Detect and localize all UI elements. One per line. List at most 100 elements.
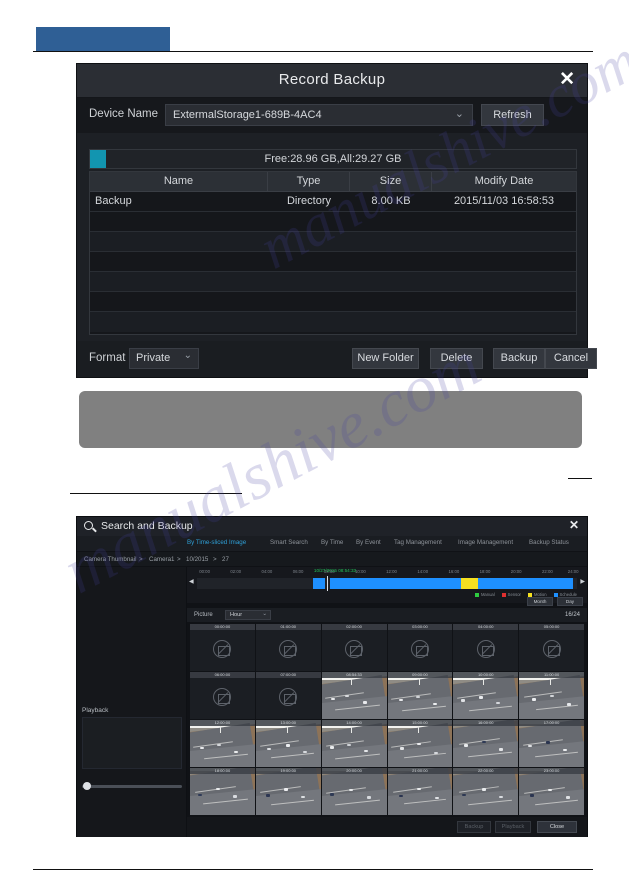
file-table: Name Type Size Modify Date Backup Direct… <box>89 171 577 335</box>
timeline-bar[interactable] <box>197 578 577 589</box>
timeline-prev-icon[interactable]: ◀ <box>189 578 194 585</box>
backup-button[interactable]: Backup <box>493 348 545 369</box>
thumbnail-cell[interactable]: 18:00:00 <box>190 768 255 815</box>
thumbnail-cell[interactable]: 01:00:00 <box>255 624 321 671</box>
thumbnail-cell[interactable]: 07:00:00 <box>255 672 321 719</box>
thumbnail-cell[interactable]: 05:00:00 <box>519 624 584 671</box>
thumbnail-cell[interactable]: 16:00:00 <box>453 720 519 767</box>
device-name-select[interactable]: ExtermalStorage1-689B-4AC4 ⌄ <box>165 104 473 126</box>
table-row[interactable] <box>90 292 576 312</box>
breadcrumb-separator-2: > <box>177 556 181 563</box>
highway-photo <box>255 768 321 815</box>
table-row[interactable] <box>90 252 576 272</box>
timeline-next-icon[interactable]: ▶ <box>580 578 585 585</box>
no-image-icon <box>345 640 364 659</box>
thumbnail-cell[interactable]: 02:00:00 <box>321 624 387 671</box>
column-header-type[interactable]: Type <box>268 172 350 191</box>
tab-backup-status[interactable]: Backup Status <box>529 539 569 546</box>
device-row: Device Name ExtermalStorage1-689B-4AC4 ⌄… <box>77 98 587 133</box>
cancel-button[interactable]: Cancel <box>545 348 597 369</box>
cell-type: Directory <box>286 195 331 207</box>
timeline-segment-schedule <box>478 578 574 589</box>
thumbnail-cell[interactable]: 22:00:00 <box>453 768 519 815</box>
thumbnail-cell[interactable]: 04:00:00 <box>453 624 519 671</box>
tab-by-time-sliced-image[interactable]: By Time-sliced Image <box>187 539 246 546</box>
breadcrumb-item-camera1[interactable]: Camera1 <box>149 556 174 563</box>
timeline-cursor[interactable] <box>327 576 328 591</box>
timeline-tick: 16:00 <box>448 569 460 574</box>
delete-button[interactable]: Delete <box>430 348 483 369</box>
playback-slider-track <box>82 785 182 788</box>
close-icon[interactable]: ✕ <box>559 69 575 91</box>
thumbnail-cell[interactable]: 12:00:00 <box>190 720 255 767</box>
highway-photo <box>519 720 584 767</box>
thumbnail-cell[interactable]: 06:00:00 <box>190 672 255 719</box>
timeline-tick: 22:00 <box>541 569 553 574</box>
highway-photo <box>453 720 519 767</box>
thumbnail-time: 02:00:00 <box>321 624 387 630</box>
thumbnail-cell[interactable]: 03:00:00 <box>387 624 453 671</box>
thumbnail-cell[interactable]: 08:54:33 <box>321 672 387 719</box>
tab-by-time[interactable]: By Time <box>321 539 343 546</box>
thumbnail-cell[interactable]: 23:00:00 <box>519 768 584 815</box>
header-color-tab <box>36 27 170 52</box>
column-header-name[interactable]: Name <box>90 172 268 191</box>
playback-slider-knob[interactable] <box>83 782 91 790</box>
highway-photo <box>321 720 387 767</box>
dialog-title: Record Backup <box>278 71 386 88</box>
thumbnail-time: 03:00:00 <box>387 624 453 630</box>
tab-by-event[interactable]: By Event <box>356 539 381 546</box>
search-and-backup-window: Search and Backup ✕ By Time-sliced Image… <box>76 516 588 837</box>
column-header-modify-date[interactable]: Modify Date <box>432 172 576 191</box>
playback-preview[interactable] <box>82 717 182 769</box>
thumbnail-cell[interactable]: 19:00:00 <box>255 768 321 815</box>
search-backup-body: Playback 00:00 02:00 04:00 06:00 08:00 1… <box>77 567 587 837</box>
thumbnail-time: 10:00:00 <box>453 672 519 678</box>
thumbnail-cell[interactable]: 13:00:00 <box>255 720 321 767</box>
timeline-month-button[interactable]: Month <box>527 597 553 606</box>
breadcrumb-item-month[interactable]: 10/2015 <box>186 556 208 563</box>
picture-toolbar: Picture Hour ⌄ 16/24 <box>187 608 587 622</box>
playback-slider[interactable] <box>82 781 182 791</box>
backup-button[interactable]: Backup <box>457 821 491 833</box>
thumbnail-cell[interactable]: 15:00:00 <box>387 720 453 767</box>
timeline-day-button[interactable]: Day <box>557 597 583 606</box>
highway-photo <box>519 768 584 815</box>
thumbnail-time: 23:00:00 <box>519 768 584 774</box>
search-backup-tabs: By Time-sliced Image Smart Search By Tim… <box>77 536 587 552</box>
table-row[interactable]: Backup Directory 8.00 KB 2015/11/03 16:5… <box>90 192 576 212</box>
column-header-size[interactable]: Size <box>350 172 432 191</box>
thumbnail-time: 20:00:00 <box>321 768 387 774</box>
table-row[interactable] <box>90 232 576 252</box>
thumbnail-cell[interactable]: 20:00:00 <box>321 768 387 815</box>
thumbnail-cell[interactable]: 09:00:00 <box>387 672 453 719</box>
new-folder-button[interactable]: New Folder <box>352 348 419 369</box>
close-button[interactable]: Close <box>537 821 577 833</box>
thumbnail-cell[interactable]: 17:00:00 <box>519 720 584 767</box>
breadcrumb-item-day[interactable]: 27 <box>222 556 229 563</box>
legend-item-sensor: Sensor <box>501 592 521 597</box>
no-image-icon <box>542 640 561 659</box>
tab-smart-search[interactable]: Smart Search <box>270 539 308 546</box>
highway-photo <box>387 672 453 719</box>
tab-image-management[interactable]: Image Management <box>458 539 513 546</box>
thumbnail-cell[interactable]: 11:00:00 <box>519 672 584 719</box>
thumbnail-time: 15:00:00 <box>387 720 453 726</box>
close-icon[interactable]: ✕ <box>569 518 579 532</box>
thumbnail-cell[interactable]: 00:00:00 <box>190 624 255 671</box>
table-row[interactable] <box>90 272 576 292</box>
table-row[interactable] <box>90 212 576 232</box>
capacity-text: Free:28.96 GB,All:29.27 GB <box>264 153 402 165</box>
format-select[interactable]: Private ⌄ <box>129 348 199 369</box>
no-image-icon <box>279 640 298 659</box>
thumbnail-cell[interactable]: 14:00:00 <box>321 720 387 767</box>
refresh-button[interactable]: Refresh <box>481 104 544 126</box>
table-row[interactable] <box>90 312 576 332</box>
breadcrumb-item-camera-thumbnail[interactable]: Camera Thumbnail <box>84 556 137 563</box>
picture-mode-select[interactable]: Hour ⌄ <box>225 610 271 620</box>
playback-button[interactable]: Playback <box>495 821 531 833</box>
no-image-icon <box>476 640 495 659</box>
thumbnail-cell[interactable]: 10:00:00 <box>453 672 519 719</box>
tab-tag-management[interactable]: Tag Management <box>394 539 442 546</box>
thumbnail-cell[interactable]: 21:00:00 <box>387 768 453 815</box>
